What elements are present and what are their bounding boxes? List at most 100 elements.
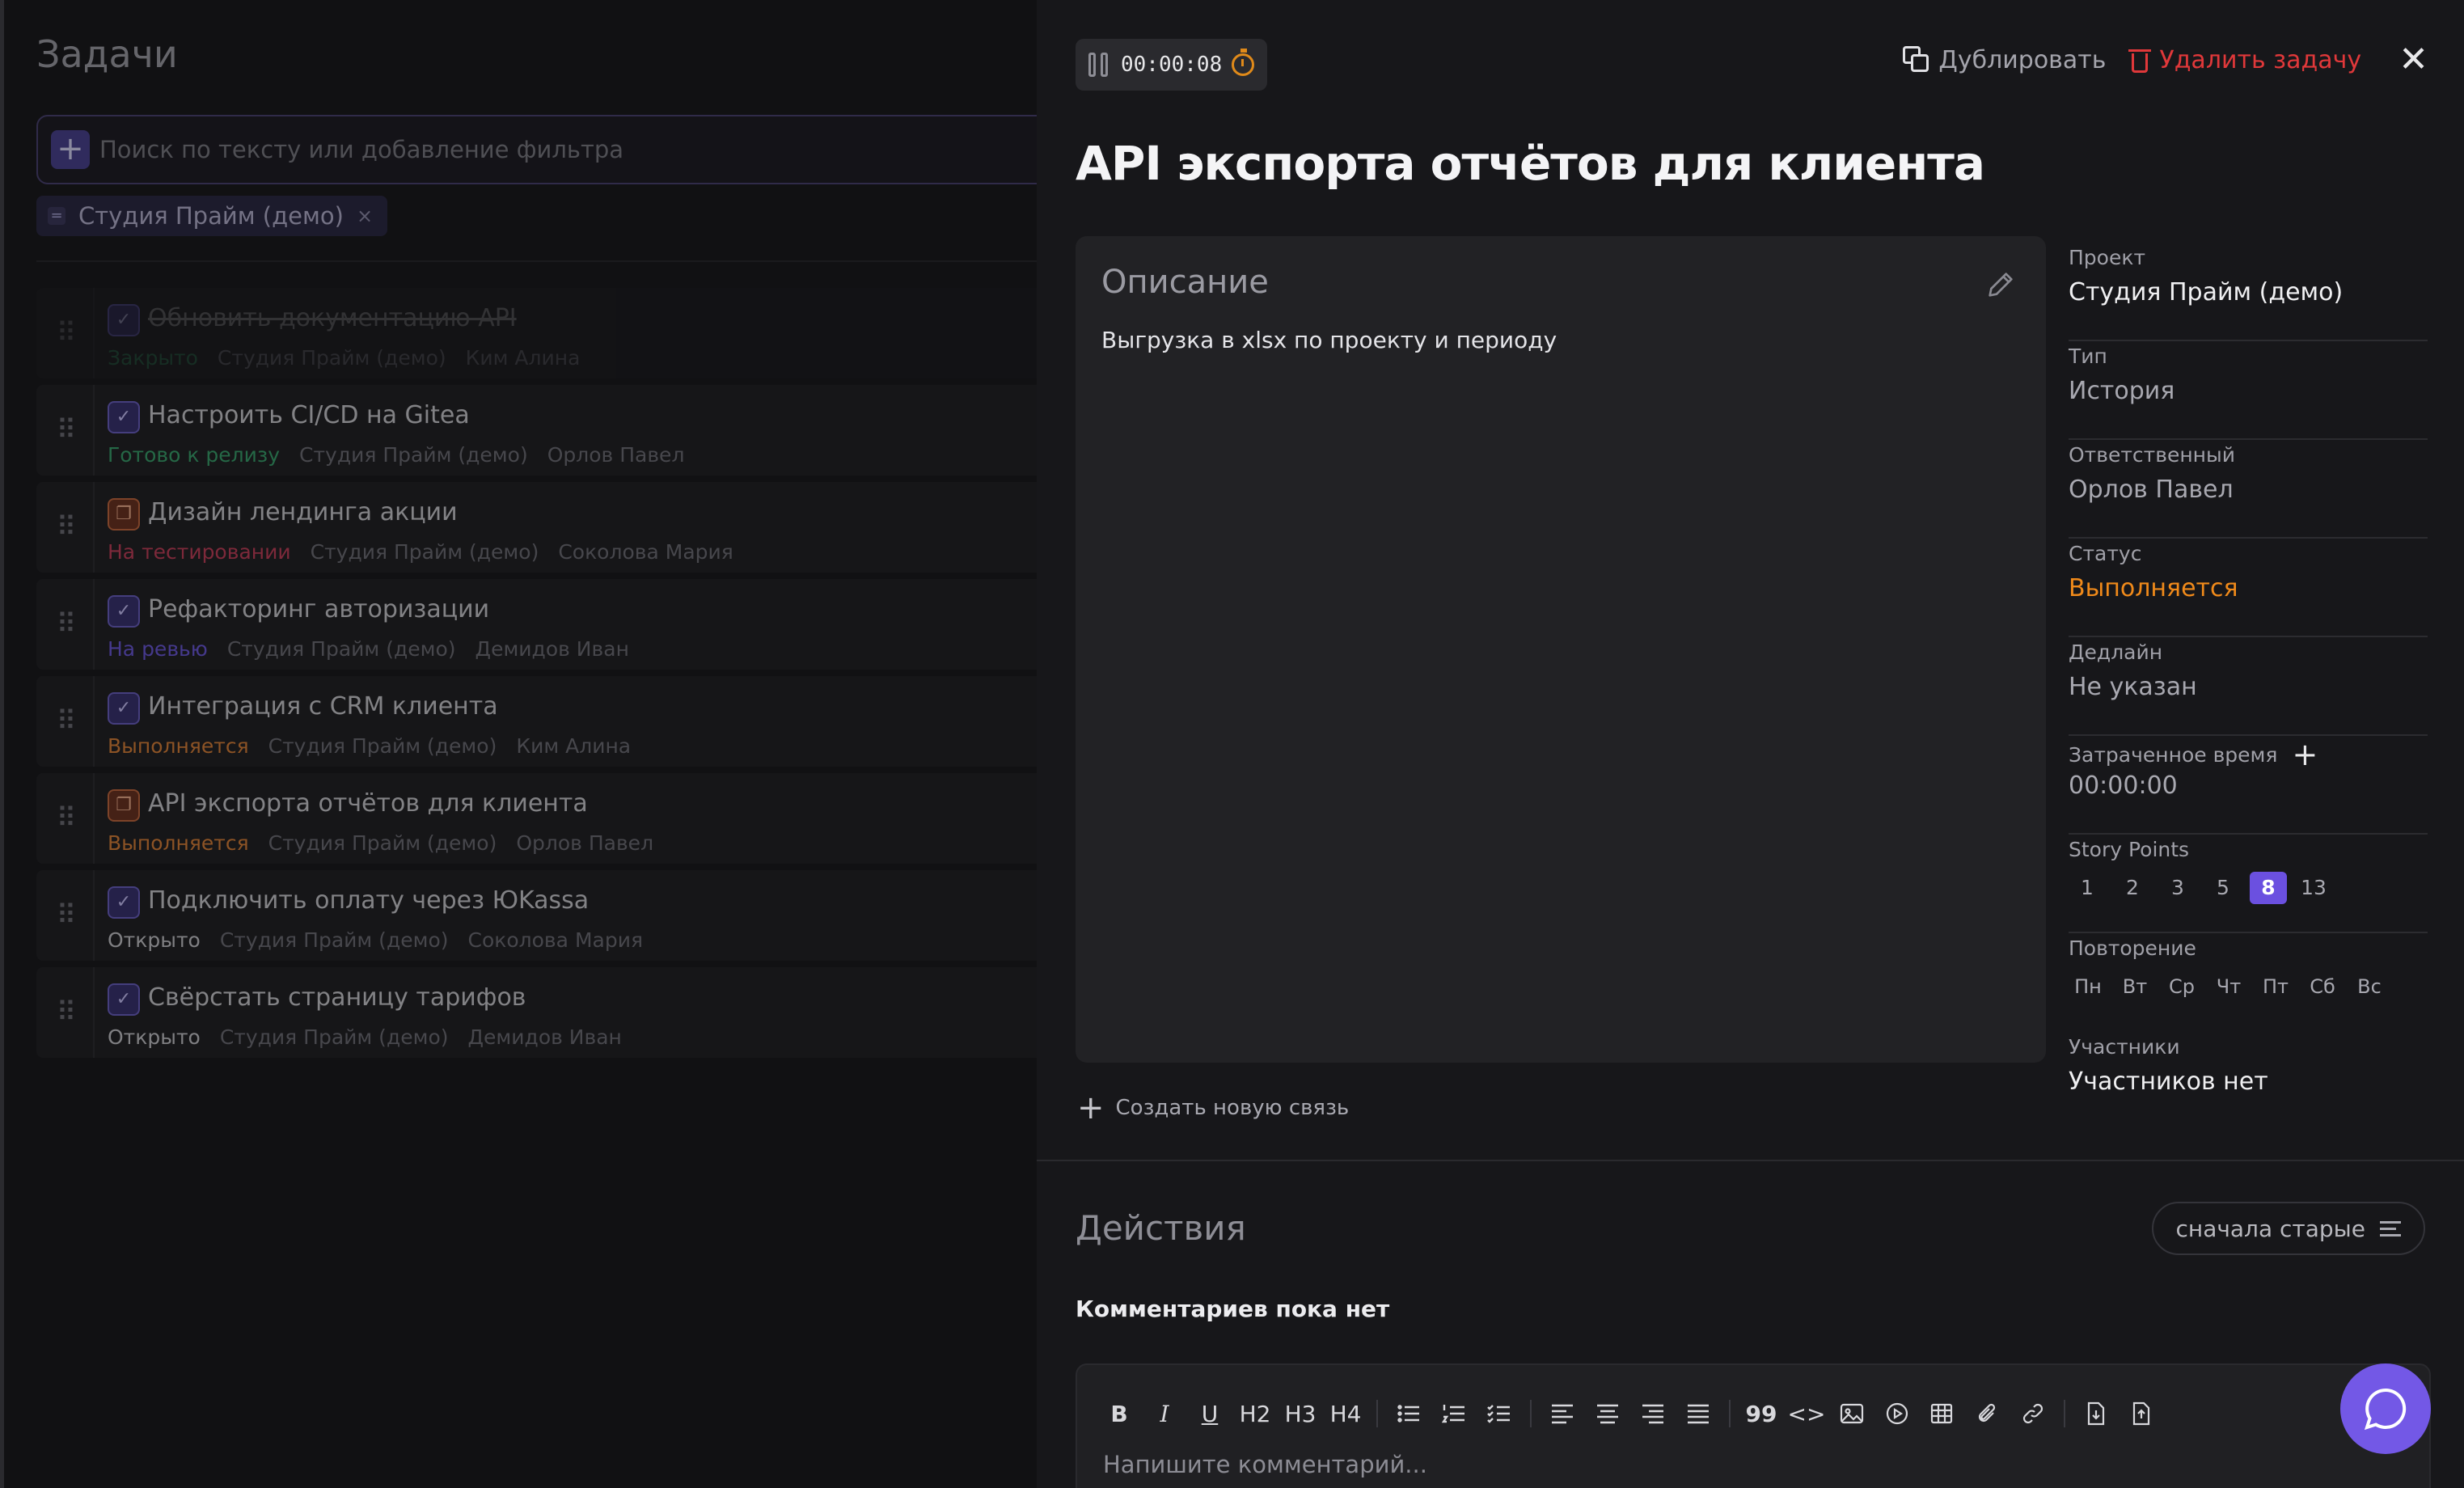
day-toggle[interactable]: Пт: [2256, 970, 2295, 1003]
heading4-button[interactable]: H4: [1325, 1396, 1367, 1431]
story-point-option[interactable]: 1: [2069, 872, 2106, 904]
prop-label: Дедлайн: [2069, 640, 2163, 664]
time-spent-value: 00:00:00: [2069, 771, 2178, 800]
plus-icon: +: [1077, 1089, 1105, 1127]
drag-handle-icon[interactable]: ⠿: [36, 482, 95, 573]
story-point-option[interactable]: 2: [2114, 872, 2151, 904]
list-item[interactable]: ⠿ ✓ Рефакторинг авторизации На ревью Сту…: [36, 579, 1041, 670]
prop-value: Не указан: [2069, 673, 2197, 701]
duplicate-button[interactable]: Дублировать: [1903, 46, 2106, 74]
prop-value: Орлов Павел: [2069, 476, 2234, 504]
task-title: Рефакторинг авторизации: [148, 595, 490, 624]
day-toggle[interactable]: Чт: [2209, 970, 2248, 1003]
delete-task-button[interactable]: Удалить задачу: [2128, 46, 2361, 74]
drag-handle-icon[interactable]: ⠿: [36, 676, 95, 767]
day-toggle[interactable]: Ср: [2162, 970, 2201, 1003]
list-item[interactable]: ⠿ ❐ Дизайн лендинга акции На тестировани…: [36, 482, 1041, 573]
heading2-button[interactable]: H2: [1234, 1396, 1276, 1431]
code-icon[interactable]: <>: [1786, 1396, 1828, 1431]
duplicate-label: Дублировать: [1938, 45, 2107, 74]
checklist-icon[interactable]: [1478, 1396, 1520, 1431]
sort-button[interactable]: сначала старые: [2151, 1202, 2425, 1255]
task-assignee: Ким Алина: [516, 734, 632, 758]
description-text[interactable]: Выгрузка в xlsx по проекту и периоду: [1101, 327, 1557, 353]
list-item[interactable]: ⠿ ✓ Настроить CI/CD на Gitea Готово к ре…: [36, 385, 1041, 476]
search-bar[interactable]: +: [36, 115, 1055, 184]
add-filter-button[interactable]: +: [51, 130, 90, 169]
drag-handle-icon[interactable]: ⠿: [36, 385, 95, 476]
filter-chip[interactable]: = Студия Прайм (демо) ×: [36, 196, 388, 236]
table-icon[interactable]: [1921, 1396, 1963, 1431]
align-left-icon[interactable]: [1541, 1396, 1583, 1431]
timer[interactable]: 00:00:08: [1076, 39, 1268, 91]
close-icon[interactable]: ✕: [2398, 42, 2428, 78]
story-point-option-selected[interactable]: 8: [2250, 872, 2287, 904]
pause-icon[interactable]: [1088, 53, 1111, 77]
day-toggle[interactable]: Вт: [2115, 970, 2154, 1003]
story-point-option[interactable]: 13: [2295, 872, 2332, 904]
task-title: API экспорта отчётов для клиента: [148, 789, 588, 818]
task-project: Студия Прайм (демо): [219, 1025, 449, 1049]
drag-handle-icon[interactable]: ⠿: [36, 967, 95, 1058]
italic-button[interactable]: I: [1143, 1396, 1186, 1431]
close-icon[interactable]: ×: [357, 205, 373, 227]
day-toggle[interactable]: Сб: [2303, 970, 2342, 1003]
attachment-icon[interactable]: [1967, 1396, 2009, 1431]
prop-participants[interactable]: Участники Участников нет: [2069, 1032, 2428, 1131]
task-title: Подключить оплату через ЮKassa: [148, 886, 590, 915]
comment-editor: B I U H2 H3 H4 99 <> Напишите комментари…: [1076, 1363, 2431, 1488]
prop-status[interactable]: Статус Выполняется: [2069, 539, 2428, 637]
quote-icon[interactable]: 99: [1740, 1396, 1782, 1431]
align-center-icon[interactable]: [1587, 1396, 1629, 1431]
prop-assignee[interactable]: Ответственный Орлов Павел: [2069, 440, 2428, 539]
stopwatch-icon: [1232, 49, 1255, 76]
drag-handle-icon[interactable]: ⠿: [36, 288, 95, 378]
task-type-icon: ✓: [108, 886, 140, 919]
task-assignee: Соколова Мария: [467, 928, 643, 952]
prop-project[interactable]: Проект Студия Прайм (демо): [2069, 243, 2428, 341]
heading3-button[interactable]: H3: [1279, 1396, 1321, 1431]
task-title: Свёрстать страницу тарифов: [148, 983, 526, 1012]
story-point-option[interactable]: 3: [2159, 872, 2196, 904]
description-heading: Описание: [1101, 264, 1269, 301]
task-title-heading[interactable]: API экспорта отчётов для клиента: [1076, 136, 1985, 191]
bold-button[interactable]: B: [1098, 1396, 1140, 1431]
delete-label: Удалить задачу: [2159, 45, 2362, 74]
list-item[interactable]: ⠿ ✓ Обновить документацию API Закрыто Ст…: [36, 288, 1041, 378]
drag-handle-icon[interactable]: ⠿: [36, 870, 95, 961]
comment-input[interactable]: [1103, 1451, 2397, 1478]
timer-value: 00:00:08: [1121, 53, 1223, 77]
create-link-button[interactable]: + Создать новую связь: [1077, 1092, 1349, 1124]
underline-button[interactable]: U: [1189, 1396, 1231, 1431]
file-export-icon[interactable]: [2120, 1396, 2162, 1431]
file-import-icon[interactable]: [2075, 1396, 2117, 1431]
prop-repeat: Повторение Пн Вт Ср Чт Пт Сб Вс: [2069, 933, 2428, 1032]
search-input[interactable]: [99, 136, 989, 163]
image-icon[interactable]: [1831, 1396, 1873, 1431]
task-assignee: Орлов Павел: [547, 443, 685, 467]
bullet-list-icon[interactable]: [1388, 1396, 1430, 1431]
list-item[interactable]: ⠿ ✓ Подключить оплату через ЮKassa Откры…: [36, 870, 1041, 961]
filter-chip-label: Студия Прайм (демо): [78, 202, 344, 230]
story-icon: ❐: [108, 498, 140, 531]
align-justify-icon[interactable]: [1677, 1396, 1719, 1431]
prop-deadline[interactable]: Дедлайн Не указан: [2069, 637, 2428, 736]
add-time-icon[interactable]: +: [2292, 739, 2318, 770]
chat-button[interactable]: [2340, 1363, 2431, 1454]
day-toggle[interactable]: Вс: [2350, 970, 2389, 1003]
align-right-icon[interactable]: [1632, 1396, 1674, 1431]
list-item[interactable]: ⠿ ❐ API экспорта отчётов для клиента Вып…: [36, 773, 1041, 864]
list-item[interactable]: ⠿ ✓ Интеграция с CRM клиента Выполняется…: [36, 676, 1041, 767]
drag-handle-icon[interactable]: ⠿: [36, 579, 95, 670]
day-toggle[interactable]: Пн: [2069, 970, 2107, 1003]
ordered-list-icon[interactable]: [1433, 1396, 1475, 1431]
task-type-icon: ✓: [108, 304, 140, 336]
link-icon[interactable]: [2012, 1396, 2054, 1431]
list-item[interactable]: ⠿ ✓ Свёрстать страницу тарифов Открыто С…: [36, 967, 1041, 1058]
video-icon[interactable]: [1876, 1396, 1918, 1431]
task-project: Студия Прайм (демо): [310, 540, 539, 564]
pencil-icon[interactable]: [1984, 268, 2017, 301]
drag-handle-icon[interactable]: ⠿: [36, 773, 95, 864]
prop-type[interactable]: Тип История: [2069, 341, 2428, 440]
story-point-option[interactable]: 5: [2204, 872, 2242, 904]
